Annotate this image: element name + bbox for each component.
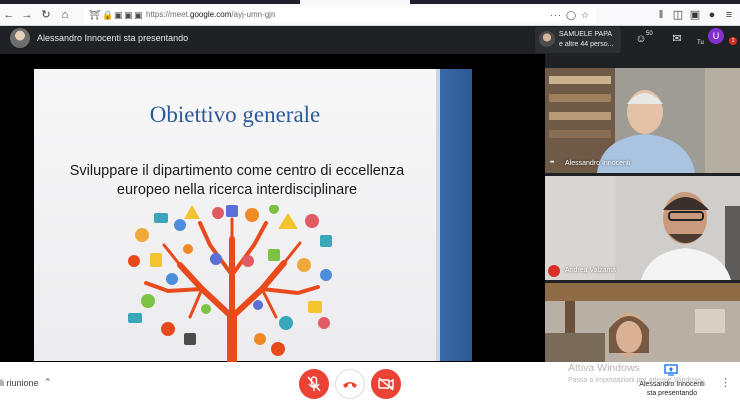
present-screen-icon[interactable] (664, 364, 678, 376)
participant-tile-1[interactable]: ••• Alessandro Innocenti (545, 68, 740, 173)
leave-call-button[interactable] (335, 369, 365, 399)
address-bar[interactable]: ⛩ 🔒 ▣ ▣ ▣ https://meet.google.com/ayj-um… (84, 7, 596, 23)
reload-icon[interactable]: ↻ (39, 8, 53, 22)
camera-toggle-button[interactable] (371, 369, 401, 399)
sidebar-icon[interactable]: ◫ (671, 8, 685, 22)
lock-icon[interactable]: 🔒 (102, 9, 113, 21)
camera-off-icon (378, 377, 394, 391)
callout-avatar (539, 31, 555, 47)
chevron-up-icon[interactable]: ⌃ (44, 375, 52, 389)
menu-icon[interactable]: ≡ (722, 8, 736, 22)
callout-name: SAMUELE PAPA (559, 31, 613, 38)
url-text: https://meet.google.com/ayj-umn-gjn (146, 10, 276, 19)
participant-tile-2[interactable]: Andrea Valzania (545, 176, 740, 280)
more-options-icon[interactable]: ⋮ (720, 376, 731, 390)
presenter-label: Alessandro Innocenti sta presentando (37, 33, 189, 43)
participant-name: Alessandro Innocenti (565, 160, 631, 167)
knowledge-tree-illustration (128, 205, 332, 363)
callout-others: e altre 44 perso... (559, 41, 614, 48)
presentation-slide: Obiettivo generale Sviluppare il diparti… (34, 69, 472, 363)
presenter-avatar (10, 28, 30, 48)
slide-accent-bar (440, 69, 472, 361)
forward-arrow-icon[interactable]: → (20, 8, 34, 22)
participant-2-video (545, 176, 740, 280)
meeting-details-button[interactable]: li riunione (0, 377, 39, 389)
presenting-status-text: sta presentando (646, 390, 698, 397)
shield-icon[interactable]: ⛩ (89, 9, 100, 21)
user-avatar[interactable]: U (708, 28, 724, 44)
slide-subtitle-line-2: europeo nella ricerca interdisciplinare (116, 182, 358, 198)
pocket-icon[interactable]: ◯ (566, 9, 576, 21)
hang-up-icon (343, 382, 357, 388)
notification-badge: 1 (729, 37, 737, 45)
presenting-status-name: Alessandro Innocenti (639, 381, 705, 388)
microphone-toggle-button[interactable] (299, 369, 329, 399)
home-icon[interactable]: ⌂ (58, 8, 72, 22)
people-count: 50 (646, 31, 653, 37)
windows-activation-title: Attiva Windows (568, 362, 640, 374)
bookmark-star-icon[interactable]: ☆ (581, 9, 589, 21)
slide-subtitle-line-1: Sviluppare il dipartimento come centro d… (69, 163, 405, 179)
browser-toolbar: ← → ↻ ⌂ ⛩ 🔒 ▣ ▣ ▣ https://meet.google.co… (0, 4, 740, 26)
camera-permission-icon[interactable]: ▣ (114, 9, 123, 21)
muted-microphone-icon (548, 265, 560, 277)
library-icon[interactable]: ‖ (654, 8, 668, 22)
presentation-stage: Obiettivo generale Sviluppare il diparti… (0, 54, 545, 363)
account-icon[interactable]: ● (705, 8, 719, 22)
participants-callout[interactable]: SAMUELE PAPA e altre 44 perso... (535, 27, 621, 53)
extension-icon[interactable]: ▣ (688, 8, 702, 22)
participant-1-video (545, 68, 740, 173)
slide-title: Obiettivo generale (149, 102, 321, 127)
speaking-indicator-icon: ••• (550, 160, 554, 166)
participant-3-video (545, 283, 740, 362)
presenting-status-label[interactable]: Alessandro Innocenti sta presentando (630, 380, 714, 398)
back-arrow-icon[interactable]: ← (2, 8, 16, 22)
chat-icon[interactable]: ✉ (668, 32, 686, 46)
page-actions-icon[interactable]: ··· (550, 9, 562, 21)
microphone-permission-icon[interactable]: ▣ (124, 9, 133, 21)
screen-share-permission-icon[interactable]: ▣ (134, 9, 143, 21)
you-label: Tu (697, 40, 704, 46)
meet-header: Alessandro Innocenti sta presentando (0, 26, 740, 54)
participant-name: Andrea Valzania (565, 267, 616, 274)
microphone-off-icon (307, 376, 321, 392)
participant-tile-3[interactable] (545, 283, 740, 362)
